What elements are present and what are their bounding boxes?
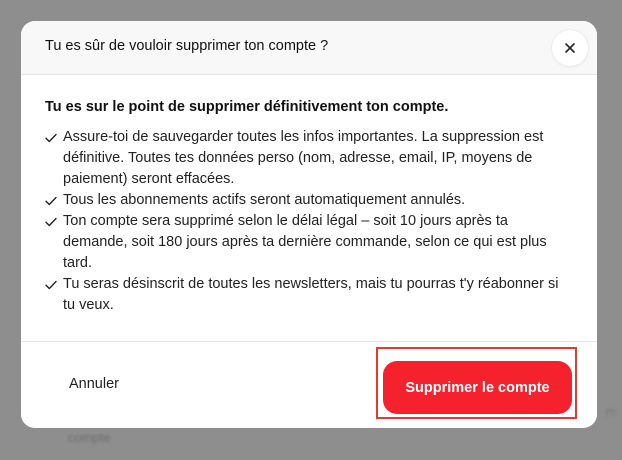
dialog-lead-text: Tu es sur le point de supprimer définiti… [45,99,449,115]
list-item: Ton compte sera supprimé selon le délai … [45,211,573,274]
dialog-title: Tu es sûr de vouloir supprimer ton compt… [45,38,329,54]
list-item-text: Assure-toi de sauvegarder toutes les inf… [63,129,544,187]
highlight-box: Supprimer le compte [376,347,577,419]
delete-account-button[interactable]: Supprimer le compte [383,361,572,414]
list-item: Tous les abonnements actifs seront autom… [45,190,573,211]
list-item-text: Ton compte sera supprimé selon le délai … [63,213,547,271]
check-icon [45,274,63,295]
check-icon [45,127,63,148]
list-item: Assure-toi de sauvegarder toutes les inf… [45,127,573,190]
list-item: Tu seras désinscrit de toutes les newsle… [45,274,573,316]
dialog-footer: Annuler Supprimer le compte [21,341,597,428]
dialog-header: Tu es sûr de vouloir supprimer ton compt… [21,21,597,75]
background-edge-text: m [605,404,616,419]
list-item-text: Tu seras désinscrit de toutes les newsle… [63,276,559,313]
check-icon [45,211,63,232]
dialog-body: Tu es sur le point de supprimer définiti… [21,75,597,341]
list-item-text: Tous les abonnements actifs seront autom… [63,192,466,208]
consequences-list: Assure-toi de sauvegarder toutes les inf… [45,127,573,316]
check-icon [45,190,63,211]
cancel-button[interactable]: Annuler [69,376,119,392]
delete-account-dialog: Tu es sûr de vouloir supprimer ton compt… [21,21,597,428]
background-text: compte [68,430,111,445]
close-button[interactable] [552,30,588,66]
close-icon [565,43,575,53]
